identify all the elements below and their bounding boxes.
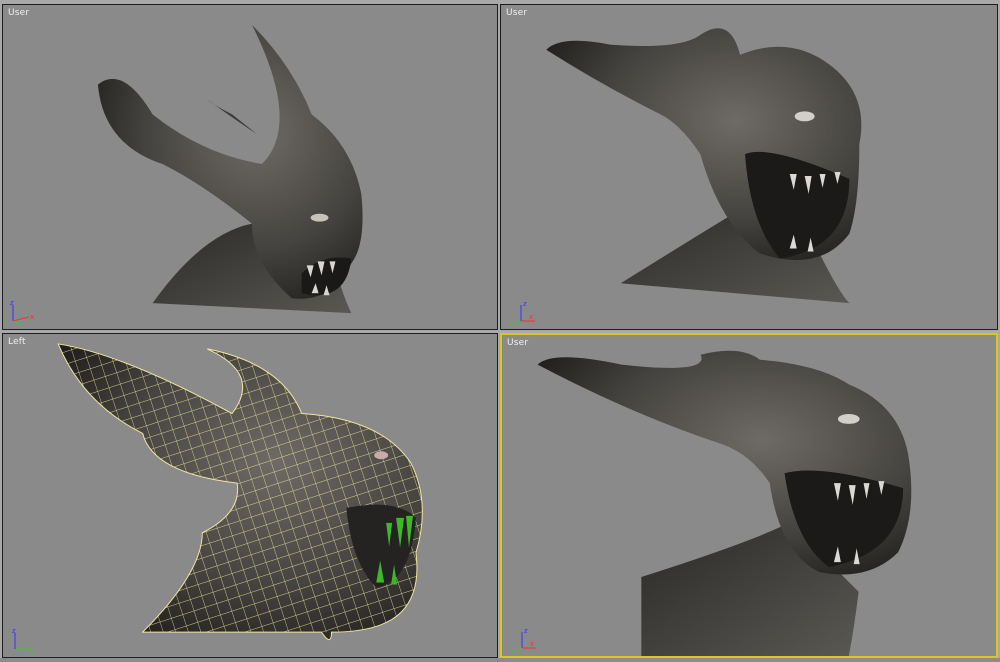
axis-x: x xyxy=(529,313,533,321)
axis-gizmo: y z xyxy=(12,627,34,653)
creature-head-model xyxy=(537,350,912,656)
viewport-top-left[interactable]: User x z xyxy=(2,4,498,330)
viewport-bottom-left[interactable]: Left y z xyxy=(2,333,498,658)
status-bar xyxy=(0,658,1000,662)
axis-x: x xyxy=(30,313,34,321)
creature-head-wireframe xyxy=(57,343,423,641)
axis-gizmo: x z y xyxy=(510,627,536,652)
axis-y: y xyxy=(30,646,34,653)
axis-z: z xyxy=(10,299,14,307)
viewport-top-right[interactable]: User x z y xyxy=(500,4,998,330)
axis-z: z xyxy=(524,627,528,635)
axis-y: y xyxy=(510,646,514,652)
creature-head-model xyxy=(546,28,862,304)
axis-gizmo: x z xyxy=(10,299,34,325)
axis-x: x xyxy=(530,640,534,648)
axis-z: z xyxy=(523,300,527,308)
axis-z: z xyxy=(12,627,16,635)
creature-head-model xyxy=(97,24,363,314)
viewport-bottom-right[interactable]: User x z y xyxy=(500,333,998,658)
axis-y: y xyxy=(509,319,513,325)
axis-gizmo: x z y xyxy=(509,300,535,325)
